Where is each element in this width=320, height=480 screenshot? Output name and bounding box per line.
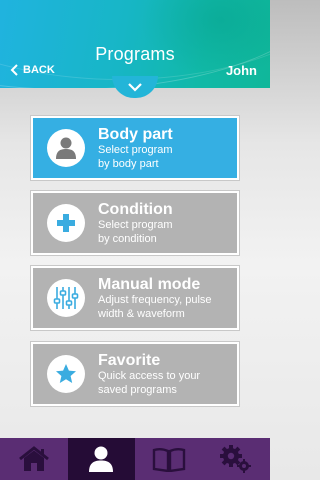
- menu-item-description: saved programs: [98, 383, 177, 396]
- person-icon: [56, 137, 76, 159]
- bottom-nav-bar: [0, 438, 270, 480]
- sliders-icon: [53, 287, 79, 309]
- back-label: BACK: [23, 64, 55, 76]
- chevron-down-icon: [128, 83, 142, 92]
- menu-item-description: Quick access to your: [98, 369, 201, 382]
- menu-item-icon-circle: [47, 279, 85, 317]
- menu-item-description: width & waveform: [98, 307, 185, 320]
- menu-item-description: by body part: [98, 157, 159, 170]
- nav-programs[interactable]: [67, 438, 135, 480]
- menu-item-description: Adjust frequency, pulse: [98, 293, 212, 306]
- nav-library[interactable]: [135, 438, 203, 480]
- nav-home[interactable]: [0, 438, 68, 480]
- menu-item-label: Condition: [98, 200, 173, 218]
- chevron-left-icon: [10, 64, 18, 76]
- header-bar: Programs BACK John: [0, 0, 270, 88]
- menu-item-icon-circle: [47, 204, 85, 242]
- menu-item-icon-circle: [47, 355, 85, 393]
- menu-item-label: Favorite: [98, 351, 161, 369]
- menu-item-favorite[interactable]: Favorite Quick access to your saved prog…: [31, 342, 239, 406]
- menu-item-label: Body part: [98, 125, 173, 143]
- menu-item-label: Manual mode: [98, 275, 201, 293]
- menu-item-manual-mode[interactable]: Manual mode Adjust frequency, pulse widt…: [31, 266, 239, 330]
- star-icon: [56, 364, 76, 383]
- person-icon: [89, 446, 114, 472]
- menu-item-condition[interactable]: Condition Select program by condition: [31, 191, 239, 255]
- book-icon: [152, 448, 185, 472]
- menu-item-description: by condition: [98, 232, 157, 245]
- menu-item-description: Select program: [98, 218, 173, 231]
- menu-item-body-part[interactable]: Body part Select program by body part: [31, 116, 239, 180]
- menu-item-icon-circle: [47, 129, 85, 167]
- plus-icon: [57, 214, 75, 232]
- page-title: Programs: [95, 44, 175, 64]
- nav-settings[interactable]: [203, 438, 271, 480]
- back-button[interactable]: BACK: [9, 64, 55, 76]
- menu-item-description: Select program: [98, 143, 173, 156]
- home-icon: [18, 446, 49, 471]
- gears-icon: [220, 445, 252, 473]
- user-name[interactable]: John: [226, 63, 257, 78]
- collapse-toggle[interactable]: [112, 76, 158, 98]
